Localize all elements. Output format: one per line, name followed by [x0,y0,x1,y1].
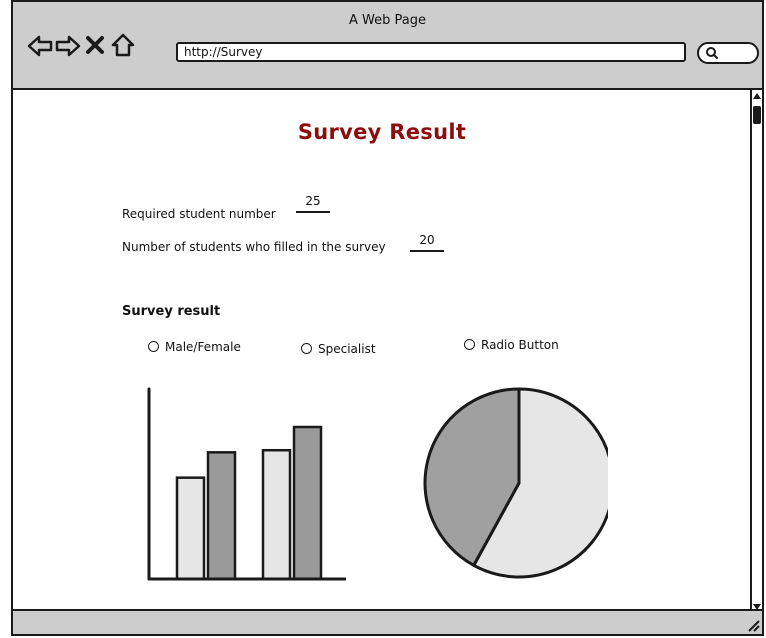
filled-students-label: Number of students who filled in the sur… [122,240,386,254]
bar-chart [147,387,346,581]
radio-label: Radio Button [481,338,559,352]
home-icon[interactable] [110,32,136,58]
scroll-up-icon[interactable] [752,90,762,104]
resize-grip-icon[interactable] [746,618,760,632]
radio-circle [464,339,475,350]
close-icon[interactable] [85,35,105,55]
bar [175,476,206,581]
survey-result-heading: Survey result [122,304,221,319]
filled-students-value[interactable]: 20 [410,233,444,252]
page-title: Survey Result [297,120,467,144]
browser-toolbar: A Web Page http://Survey [13,2,762,90]
address-bar[interactable]: http://Survey [176,42,686,62]
scroll-thumb[interactable] [753,106,761,124]
radio-specialist[interactable]: Specialist [301,342,376,356]
radio-label: Male/Female [165,340,241,354]
status-bar [13,609,762,634]
radio-male-female[interactable]: Male/Female [148,340,241,354]
bar [206,451,237,581]
radio-label: Specialist [318,342,376,356]
required-students-label: Required student number [122,207,276,221]
bar [292,425,323,581]
required-students-value[interactable]: 25 [296,194,330,213]
window-title: A Web Page [349,13,426,28]
browser-window: A Web Page http://Survey Survey Result R… [11,0,764,636]
back-icon[interactable] [27,33,53,59]
pie-chart [423,387,608,579]
forward-icon[interactable] [55,33,81,59]
vertical-scrollbar[interactable] [750,90,762,613]
page-content: Survey Result Required student number 25… [13,90,751,613]
bar [261,448,292,581]
search-icon [706,47,718,59]
radio-radio-button[interactable]: Radio Button [464,338,559,352]
search-box[interactable] [697,42,759,64]
radio-circle [148,341,159,352]
radio-circle [301,343,312,354]
